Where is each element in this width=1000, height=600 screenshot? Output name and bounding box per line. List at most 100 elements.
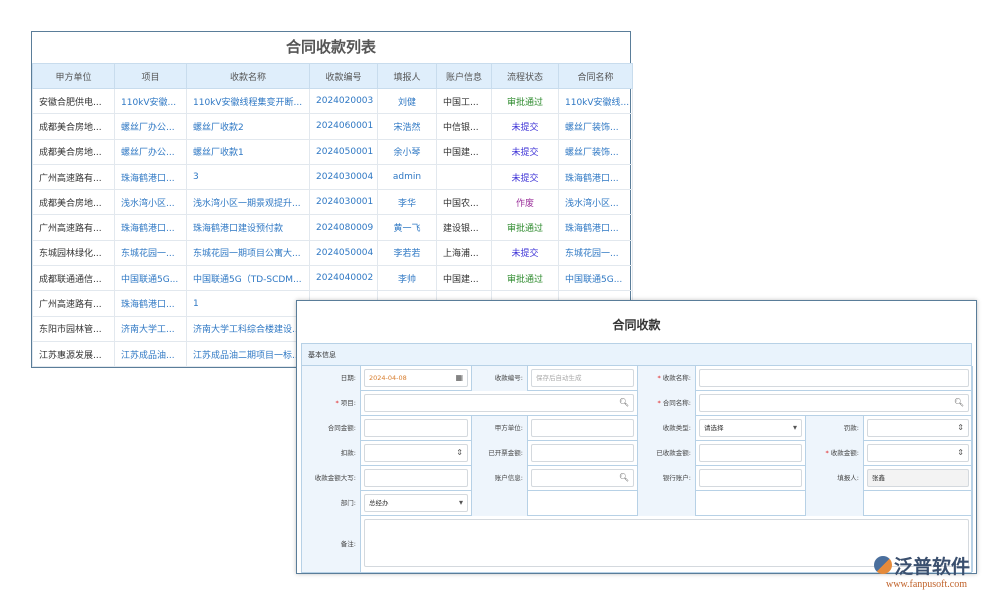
cell-收款名称[interactable]: 中国联通5G（TD-SCDM...: [187, 266, 310, 291]
stepper-icon[interactable]: ⇕: [957, 420, 964, 436]
cell-甲方单位: 东阳市园林管...: [33, 316, 115, 341]
fanpu-logo: 泛普软件 www.fanpusoft.com: [872, 552, 992, 596]
contract-input[interactable]: 🔍︎: [699, 394, 969, 412]
party-label: 甲方单位:: [472, 416, 528, 441]
cell-账户信息: 中国农...: [437, 190, 492, 215]
stepper-icon[interactable]: ⇕: [456, 445, 463, 461]
invoiced-input[interactable]: [531, 444, 634, 462]
contract-label: 合同名称:: [663, 399, 691, 407]
deduct-stepper[interactable]: ⇕: [364, 444, 468, 462]
column-header[interactable]: 合同名称: [559, 64, 633, 89]
cell-合同名称[interactable]: 螺丝厂装饰...: [559, 114, 633, 139]
search-icon[interactable]: 🔍︎: [954, 395, 964, 411]
cell-收款编号: 2024060001: [310, 114, 378, 139]
table-row[interactable]: 成都美合房地...浅水湾小区...浅水湾小区一期景观提升...202403000…: [33, 190, 633, 215]
cell-合同名称[interactable]: 浅水湾小区...: [559, 190, 633, 215]
column-header[interactable]: 收款名称: [187, 64, 310, 89]
cell-项目[interactable]: 螺丝厂办公...: [115, 114, 187, 139]
column-header[interactable]: 项目: [115, 64, 187, 89]
cell-收款名称[interactable]: 3: [187, 164, 310, 189]
cell-甲方单位: 成都联通通信...: [33, 266, 115, 291]
name-input[interactable]: [699, 369, 969, 387]
table-row[interactable]: 广州高速路有...珠海鹤港口...珠海鹤港口建设预付款2024080009黄一飞…: [33, 215, 633, 240]
date-input[interactable]: 2024-04-08▦: [364, 369, 468, 387]
table-row[interactable]: 东城园林绿化...东城花园一...东城花园一期项目公寓大...202405000…: [33, 240, 633, 265]
cell-合同名称[interactable]: 110kV安徽线...: [559, 89, 633, 114]
stepper-icon[interactable]: ⇕: [957, 445, 964, 461]
cell-收款名称[interactable]: 浅水湾小区一期景观提升...: [187, 190, 310, 215]
account-label: 账户信息:: [472, 466, 528, 491]
cell-合同名称[interactable]: 东城花园一...: [559, 240, 633, 265]
upper-input[interactable]: [364, 469, 468, 487]
cell-项目[interactable]: 珠海鹤港口...: [115, 164, 187, 189]
cell-项目[interactable]: 东城花园一...: [115, 240, 187, 265]
cell-账户信息: 中国建...: [437, 139, 492, 164]
cell-收款名称[interactable]: 螺丝厂收款2: [187, 114, 310, 139]
cell-流程状态: 未提交: [492, 164, 559, 189]
cell-项目[interactable]: 江苏成品油...: [115, 341, 187, 366]
type-select[interactable]: 请选择▾: [699, 419, 802, 437]
cell-收款名称[interactable]: 110kV安徽线程集变开断...: [187, 89, 310, 114]
party-input[interactable]: [531, 419, 634, 437]
project-input[interactable]: 🔍︎: [364, 394, 634, 412]
cell-收款名称[interactable]: 江苏成品油二期项目一标...: [187, 341, 310, 366]
code-input[interactable]: 保存后自动生成: [531, 369, 634, 387]
cell-甲方单位: 安徽合肥供电...: [33, 89, 115, 114]
cell-收款名称[interactable]: 济南大学工科综合楼建设...: [187, 316, 310, 341]
cell-收款名称[interactable]: 珠海鹤港口建设预付款: [187, 215, 310, 240]
cell-甲方单位: 成都美合房地...: [33, 190, 115, 215]
account-input[interactable]: 🔍︎: [531, 469, 634, 487]
cell-合同名称[interactable]: 珠海鹤港口...: [559, 164, 633, 189]
table-row[interactable]: 广州高速路有...珠海鹤港口...32024030004admin未提交珠海鹤港…: [33, 164, 633, 189]
table-row[interactable]: 成都美合房地...螺丝厂办公...螺丝厂收款22024060001宋浩然中信银.…: [33, 114, 633, 139]
cell-流程状态: 未提交: [492, 139, 559, 164]
search-icon[interactable]: 🔍︎: [619, 470, 629, 486]
cell-收款编号: 2024030004: [310, 164, 378, 189]
cell-项目[interactable]: 中国联通5G...: [115, 266, 187, 291]
cell-甲方单位: 广州高速路有...: [33, 164, 115, 189]
cell-账户信息: 中国建...: [437, 266, 492, 291]
cell-填报人: 李华: [378, 190, 437, 215]
bank-input[interactable]: [699, 469, 802, 487]
calendar-icon[interactable]: ▦: [455, 370, 463, 386]
fine-stepper[interactable]: ⇕: [867, 419, 969, 437]
received-input[interactable]: [699, 444, 802, 462]
upper-label: 收款金额大写:: [302, 466, 361, 491]
table-row[interactable]: 成都美合房地...螺丝厂办公...螺丝厂收款12024050001余小琴中国建.…: [33, 139, 633, 164]
column-header[interactable]: 收款编号: [310, 64, 378, 89]
reporter-input[interactable]: 张鑫: [867, 469, 969, 487]
cell-项目[interactable]: 110kV安徽...: [115, 89, 187, 114]
cell-填报人: 黄一飞: [378, 215, 437, 240]
cell-项目[interactable]: 螺丝厂办公...: [115, 139, 187, 164]
table-row[interactable]: 安徽合肥供电...110kV安徽...110kV安徽线程集变开断...20240…: [33, 89, 633, 114]
receipt-amount-stepper[interactable]: ⇕: [867, 444, 969, 462]
column-header[interactable]: 流程状态: [492, 64, 559, 89]
cell-填报人: 刘健: [378, 89, 437, 114]
cell-填报人: 李帅: [378, 266, 437, 291]
name-label: 收款名称:: [663, 374, 691, 382]
cell-合同名称[interactable]: 中国联通5G...: [559, 266, 633, 291]
cell-合同名称[interactable]: 珠海鹤港口...: [559, 215, 633, 240]
cell-收款名称[interactable]: 1: [187, 291, 310, 316]
cell-甲方单位: 广州高速路有...: [33, 291, 115, 316]
cell-项目[interactable]: 济南大学工...: [115, 316, 187, 341]
cell-项目[interactable]: 珠海鹤港口...: [115, 291, 187, 316]
column-header[interactable]: 填报人: [378, 64, 437, 89]
search-icon[interactable]: 🔍︎: [619, 395, 629, 411]
column-header[interactable]: 甲方单位: [33, 64, 115, 89]
cell-甲方单位: 江苏惠源发展...: [33, 341, 115, 366]
column-header[interactable]: 账户信息: [437, 64, 492, 89]
cell-项目[interactable]: 珠海鹤港口...: [115, 215, 187, 240]
amount-input[interactable]: [364, 419, 468, 437]
cell-收款编号: 2024030001: [310, 190, 378, 215]
cell-合同名称[interactable]: 螺丝厂装饰...: [559, 139, 633, 164]
dept-select[interactable]: 总经办▾: [364, 494, 468, 512]
cell-流程状态: 审批通过: [492, 266, 559, 291]
dept-label: 部门:: [302, 491, 361, 516]
cell-收款名称[interactable]: 东城花园一期项目公寓大...: [187, 240, 310, 265]
chevron-down-icon: ▾: [793, 420, 797, 436]
table-row[interactable]: 成都联通通信...中国联通5G...中国联通5G（TD-SCDM...20240…: [33, 266, 633, 291]
cell-项目[interactable]: 浅水湾小区...: [115, 190, 187, 215]
list-title: 合同收款列表: [32, 32, 630, 63]
cell-收款名称[interactable]: 螺丝厂收款1: [187, 139, 310, 164]
